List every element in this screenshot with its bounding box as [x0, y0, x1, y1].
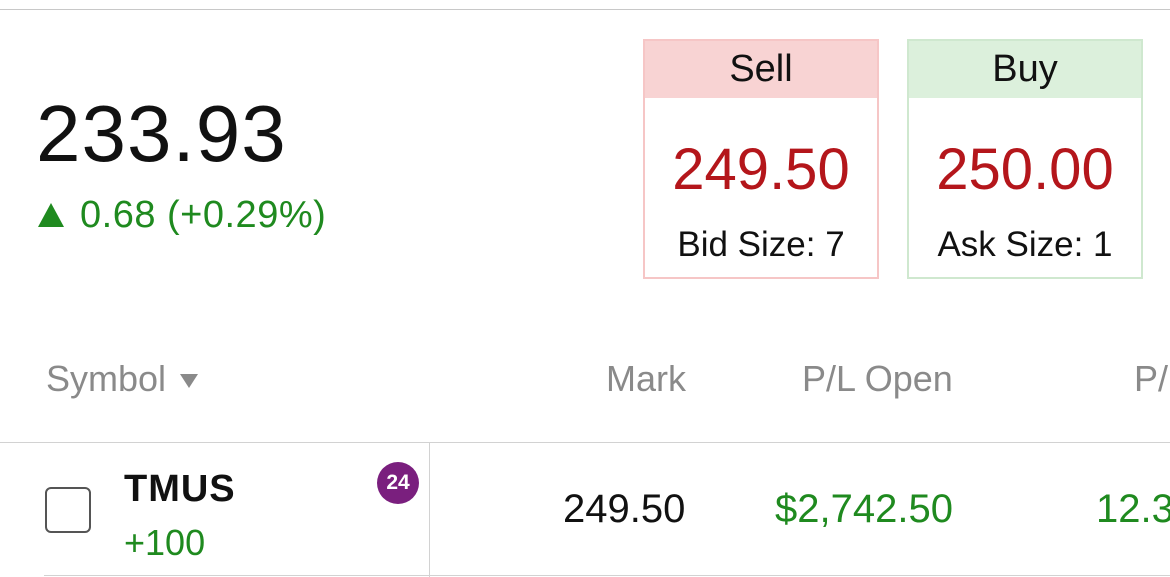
column-divider — [429, 443, 430, 577]
sell-button[interactable]: Sell 249.50 Bid Size: 7 — [643, 39, 879, 279]
column-header-pl-open[interactable]: P/L Open — [802, 356, 953, 402]
row-quantity: +100 — [124, 522, 206, 563]
row-pl-day: 12.3 — [1096, 487, 1170, 531]
row-checkbox[interactable] — [45, 487, 91, 533]
row-symbol: TMUS — [124, 468, 236, 510]
row-divider — [44, 575, 1170, 576]
row-pl-open: $2,742.50 — [775, 487, 953, 531]
header-divider — [0, 442, 1170, 443]
column-header-symbol[interactable]: Symbol — [46, 356, 199, 402]
top-divider — [0, 9, 1170, 10]
price-change: 0.68 (+0.29%) — [38, 192, 326, 238]
last-price: 233.93 — [36, 89, 287, 178]
price-change-text: 0.68 (+0.29%) — [80, 193, 327, 236]
sell-label: Sell — [645, 41, 877, 98]
ask-size: Ask Size: 1 — [937, 225, 1113, 264]
bid-size: Bid Size: 7 — [677, 225, 845, 264]
buy-button[interactable]: Buy 250.00 Ask Size: 1 — [907, 39, 1143, 279]
row-mark: 249.50 — [563, 487, 686, 531]
sort-down-icon — [180, 374, 199, 389]
column-header-mark[interactable]: Mark — [606, 356, 686, 402]
buy-label: Buy — [909, 41, 1141, 98]
ask-price: 250.00 — [936, 137, 1114, 202]
bid-price: 249.50 — [672, 137, 850, 202]
row-count-badge: 24 — [377, 462, 419, 504]
up-arrow-icon — [38, 203, 64, 227]
column-header-pl-day[interactable]: P/ — [1134, 356, 1168, 402]
column-header-symbol-label: Symbol — [46, 358, 167, 399]
